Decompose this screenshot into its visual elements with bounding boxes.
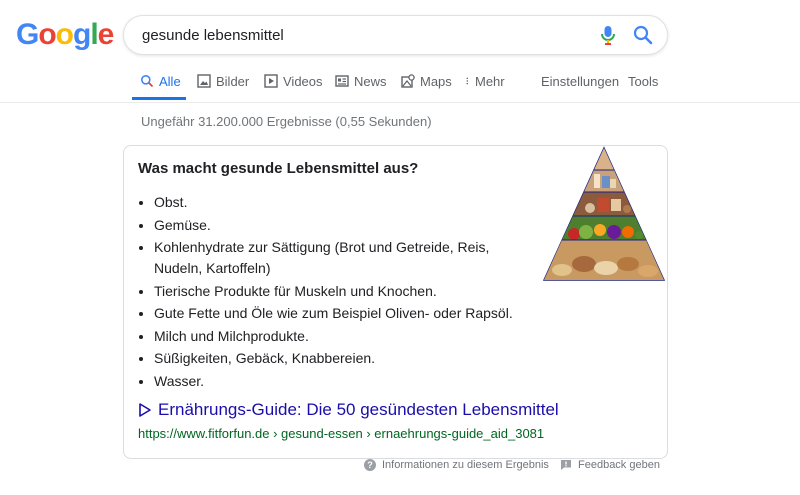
tab-videos[interactable]: Videos bbox=[264, 62, 323, 100]
tools-link[interactable]: Tools bbox=[628, 62, 658, 100]
list-item: Obst. bbox=[154, 192, 524, 213]
list-item: Tierische Produkte für Muskeln und Knoch… bbox=[154, 281, 524, 302]
help-icon: ? bbox=[364, 459, 376, 471]
search-box bbox=[123, 15, 668, 55]
list-item: Gemüse. bbox=[154, 215, 524, 236]
list-item: Wasser. bbox=[154, 371, 524, 392]
result-title: Ernährungs-Guide: Die 50 gesündesten Leb… bbox=[158, 400, 559, 419]
list-item: Milch und Milchprodukte. bbox=[154, 326, 524, 347]
logo-letter: o bbox=[38, 18, 56, 51]
food-pyramid-image[interactable] bbox=[542, 146, 666, 286]
tab-label: News bbox=[354, 73, 387, 89]
search-icon[interactable] bbox=[632, 24, 654, 46]
search-icon bbox=[141, 75, 154, 88]
result-stats: Ungefähr 31.200.000 Ergebnisse (0,55 Sek… bbox=[141, 114, 432, 129]
tab-all[interactable]: Alle bbox=[132, 62, 186, 100]
logo-letter: l bbox=[90, 18, 98, 51]
google-logo[interactable]: Google bbox=[16, 18, 115, 52]
tab-maps[interactable]: Maps bbox=[401, 62, 452, 100]
tab-more[interactable]: Mehr bbox=[465, 62, 505, 100]
tab-label: Maps bbox=[420, 73, 452, 89]
play-outline-icon bbox=[139, 403, 151, 417]
microphone-icon[interactable] bbox=[598, 24, 618, 46]
tab-images[interactable]: Bilder bbox=[197, 62, 249, 100]
feedback-icon bbox=[561, 460, 571, 470]
logo-letter: o bbox=[55, 18, 74, 51]
tab-label: Bilder bbox=[216, 73, 250, 89]
feedback-button[interactable]: Feedback geben bbox=[560, 459, 660, 471]
video-icon bbox=[264, 74, 278, 88]
result-url: https://www.fitforfun.de › gesund-essen … bbox=[138, 426, 545, 441]
logo-letter: g bbox=[73, 18, 91, 51]
logo-letter: G bbox=[16, 18, 39, 51]
search-tabs: Alle Bilder Videos News Maps Mehr Einste… bbox=[0, 62, 800, 103]
info-label: Informationen zu diesem Ergebnis bbox=[382, 459, 549, 471]
svg-text:?: ? bbox=[367, 460, 373, 470]
tab-label: Mehr bbox=[475, 73, 505, 89]
logo-letter: e bbox=[97, 18, 115, 51]
snippet-heading: Was macht gesunde Lebensmittel aus? bbox=[138, 160, 419, 177]
feedback-label: Feedback geben bbox=[578, 459, 660, 471]
settings-link[interactable]: Einstellungen bbox=[541, 62, 619, 100]
more-vert-icon bbox=[466, 77, 469, 85]
image-icon bbox=[197, 74, 211, 88]
featured-snippet: Was macht gesunde Lebensmittel aus? Obst… bbox=[123, 145, 668, 459]
list-item: Gute Fette und Öle wie zum Beispiel Oliv… bbox=[154, 303, 524, 324]
tab-label: Alle bbox=[159, 73, 181, 89]
search-input[interactable] bbox=[142, 24, 582, 46]
tab-label: Videos bbox=[283, 73, 323, 89]
list-item: Kohlenhydrate zur Sättigung (Brot und Ge… bbox=[154, 237, 524, 279]
info-about-result[interactable]: ? Informationen zu diesem Ergebnis bbox=[364, 459, 549, 471]
tab-news[interactable]: News bbox=[335, 62, 387, 100]
news-icon bbox=[335, 75, 349, 87]
result-link[interactable]: Ernährungs-Guide: Die 50 gesündesten Leb… bbox=[138, 400, 559, 420]
snippet-list: Obst. Gemüse. Kohlenhydrate zur Sättigun… bbox=[138, 192, 524, 393]
map-icon bbox=[401, 74, 415, 88]
list-item: Süßigkeiten, Gebäck, Knabbereien. bbox=[154, 348, 524, 369]
